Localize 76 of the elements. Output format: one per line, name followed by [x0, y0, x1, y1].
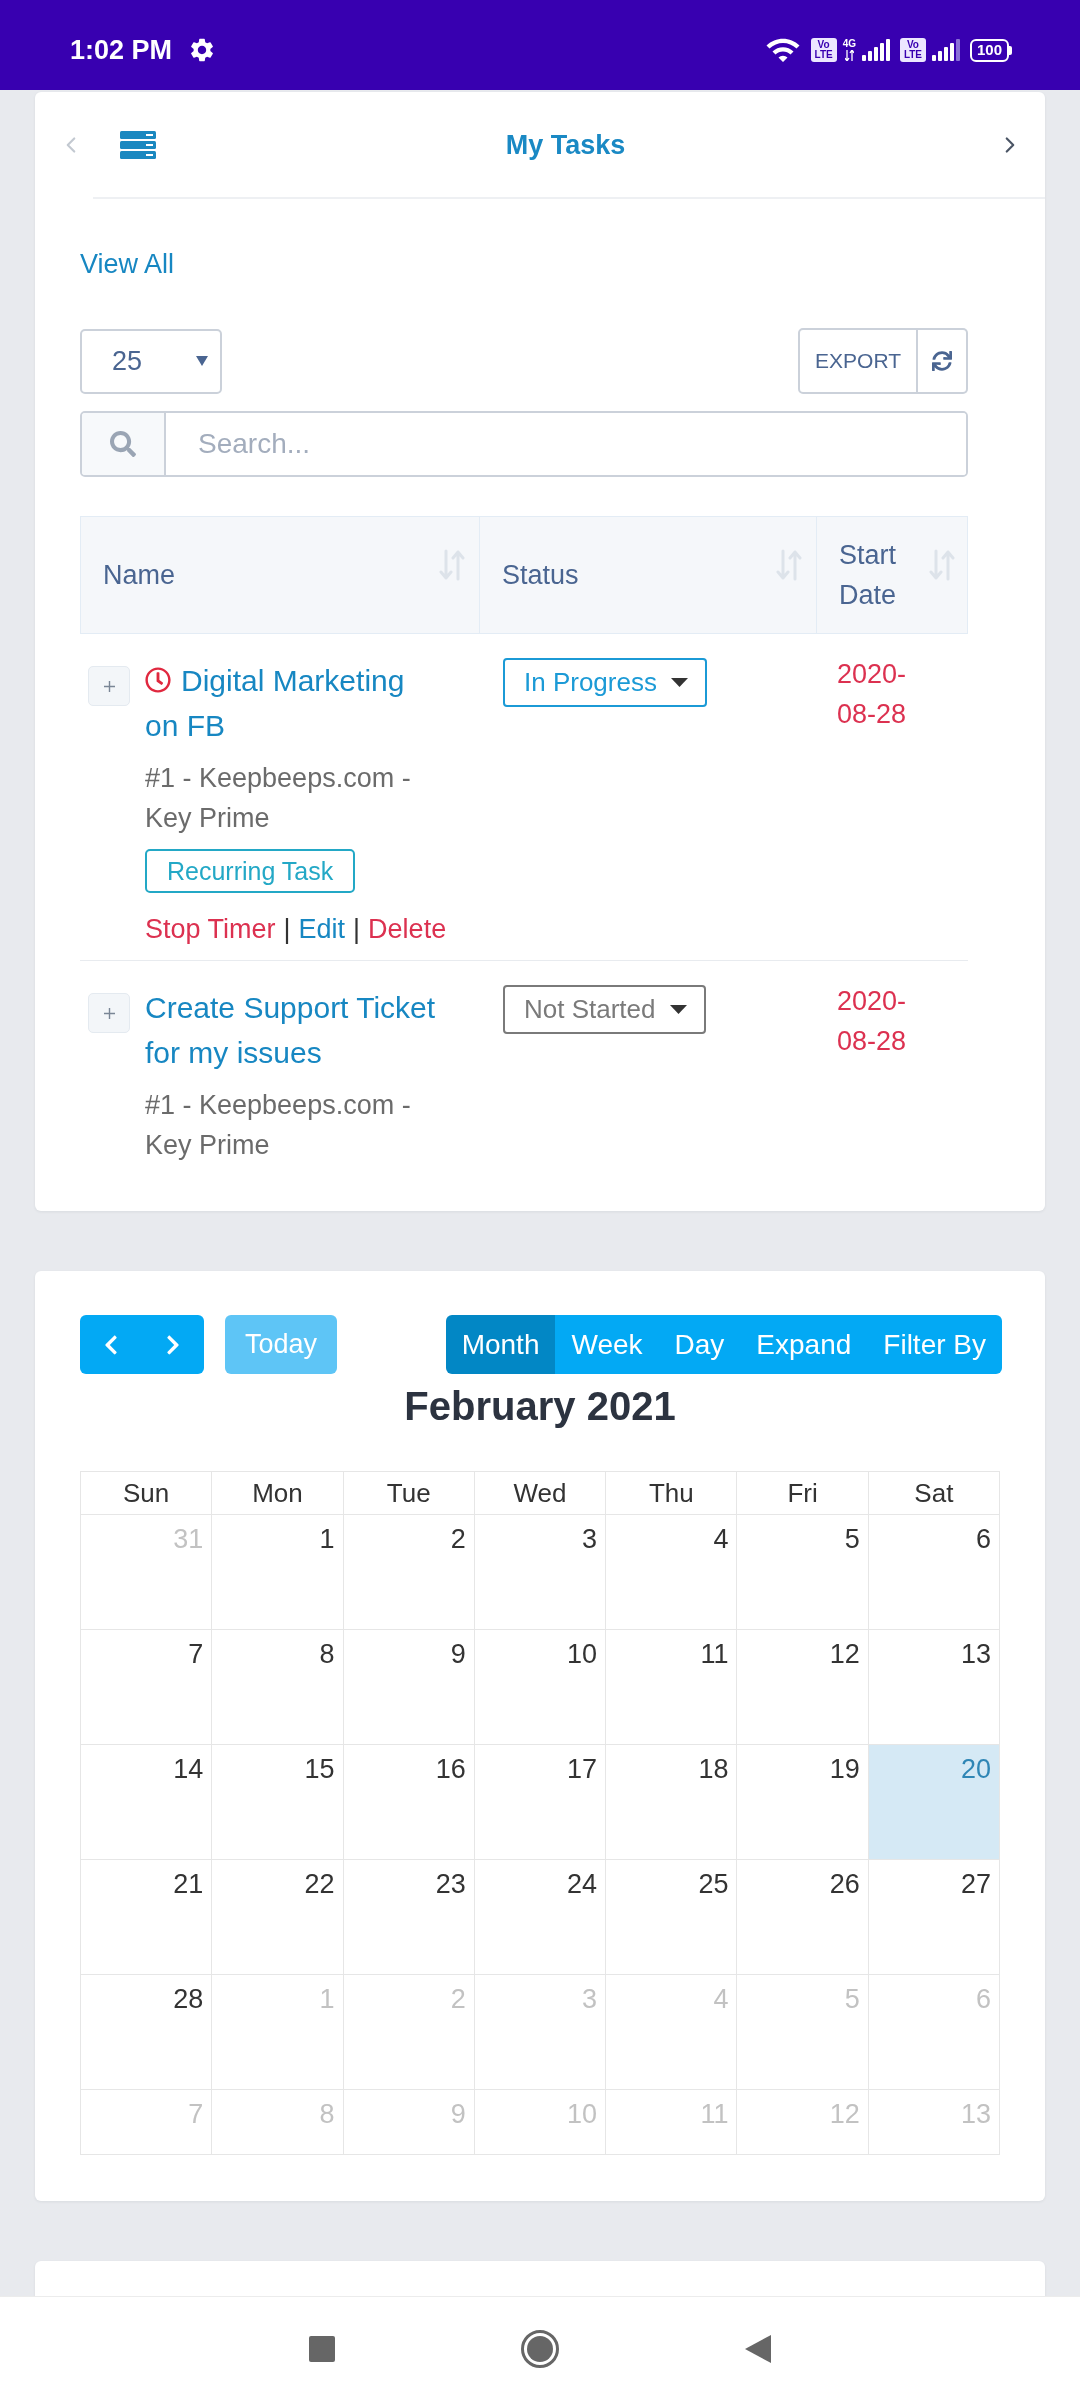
- day-cell[interactable]: 4: [606, 1515, 738, 1630]
- sort-icon: [439, 549, 465, 581]
- day-cell[interactable]: 20: [868, 1745, 1000, 1860]
- search-field[interactable]: Search...: [80, 411, 968, 477]
- volte-badge: Vo LTE: [899, 38, 926, 62]
- view-tab[interactable]: Month: [445, 1315, 556, 1374]
- day-cell[interactable]: 2: [343, 1515, 475, 1630]
- task-title-link[interactable]: Create Support Ticket for my issues: [145, 985, 439, 1075]
- data-arrows-icon: [844, 50, 854, 61]
- action-link[interactable]: Stop Timer: [145, 909, 276, 949]
- day-cell[interactable]: 13: [868, 1630, 1000, 1745]
- action-separator: |: [283, 913, 291, 946]
- status-time: 1:02 PM: [70, 34, 173, 66]
- action-link[interactable]: Edit: [298, 909, 346, 949]
- export-button[interactable]: EXPORT: [798, 328, 918, 394]
- plus-icon: [103, 1007, 115, 1019]
- column-header[interactable]: Name: [81, 517, 480, 633]
- network-type-label: 4G: [842, 39, 856, 49]
- day-cell[interactable]: 19: [737, 1745, 869, 1860]
- volte-badge: Vo LTE: [810, 38, 837, 62]
- action-separator: |: [353, 913, 361, 946]
- refresh-icon: [932, 351, 952, 371]
- view-all-link[interactable]: View All: [80, 248, 175, 280]
- day-cell[interactable]: 18: [606, 1745, 738, 1860]
- refresh-button[interactable]: [918, 328, 968, 394]
- search-icon: [110, 431, 136, 457]
- day-cell[interactable]: 1: [212, 1515, 344, 1630]
- action-link[interactable]: Delete: [368, 909, 447, 949]
- calendar-title: February 2021: [403, 1383, 677, 1430]
- start-date-text: 2020-08-28: [837, 985, 908, 1058]
- day-cell[interactable]: 8: [212, 1630, 344, 1745]
- day-cell[interactable]: 16: [343, 1745, 475, 1860]
- day-cell[interactable]: 24: [474, 1860, 607, 1975]
- sort-icon: [929, 549, 955, 581]
- day-cell[interactable]: 6: [868, 1515, 1000, 1630]
- sort-icon: [776, 549, 802, 581]
- card-title: My Tasks: [504, 128, 627, 162]
- day-cell[interactable]: 22: [212, 1860, 344, 1975]
- project-text: #1 - Keepbeeps.com - Key Prime: [145, 762, 412, 835]
- day-cell[interactable]: 23: [343, 1860, 475, 1975]
- day-cell[interactable]: 5: [737, 1515, 869, 1630]
- day-cell[interactable]: 26: [737, 1860, 869, 1975]
- square-icon[interactable]: [309, 2335, 335, 2362]
- recurring-tag: Recurring Task: [145, 849, 356, 893]
- plus-icon: [103, 680, 115, 692]
- clock-icon: [145, 667, 171, 693]
- day-cell[interactable]: 25: [606, 1860, 738, 1975]
- page-size-select[interactable]: 25: [80, 328, 222, 394]
- column-header[interactable]: Start Date: [817, 517, 969, 633]
- day-cell[interactable]: 14: [81, 1745, 213, 1860]
- ring-icon[interactable]: [521, 2329, 559, 2368]
- project-text: #1 - Keepbeeps.com - Key Prime: [145, 1089, 412, 1162]
- signal-icon: [861, 39, 890, 61]
- day-cell[interactable]: 27: [868, 1860, 1000, 1975]
- day-cell[interactable]: 7: [81, 1630, 213, 1745]
- signal-icon: [931, 39, 960, 61]
- caret-icon: [669, 1005, 687, 1014]
- caret-icon: [670, 678, 688, 687]
- day-cell[interactable]: 21: [81, 1860, 213, 1975]
- day-cell[interactable]: 9: [343, 1630, 475, 1745]
- day-cell[interactable]: 10: [474, 1630, 607, 1745]
- start-date-text: 2020-08-28: [837, 658, 908, 731]
- stacked-bars-icon: [120, 130, 156, 159]
- status-dropdown[interactable]: Not Started: [503, 985, 706, 1034]
- day-cell[interactable]: 3: [474, 1515, 607, 1630]
- task-title-link[interactable]: Digital Marketing on FB: [145, 658, 439, 748]
- battery-percent: 100: [976, 41, 1002, 59]
- triangle-left-icon[interactable]: [745, 2334, 771, 2363]
- caret-icon: [196, 356, 208, 366]
- column-header[interactable]: Status: [480, 517, 817, 633]
- day-cell[interactable]: 11: [606, 1630, 738, 1745]
- day-cell[interactable]: 15: [212, 1745, 344, 1860]
- day-cell[interactable]: 12: [737, 1630, 869, 1745]
- day-cell[interactable]: 17: [474, 1745, 607, 1860]
- day-cell[interactable]: 28: [81, 1975, 213, 2090]
- status-dropdown[interactable]: In Progress: [503, 658, 707, 707]
